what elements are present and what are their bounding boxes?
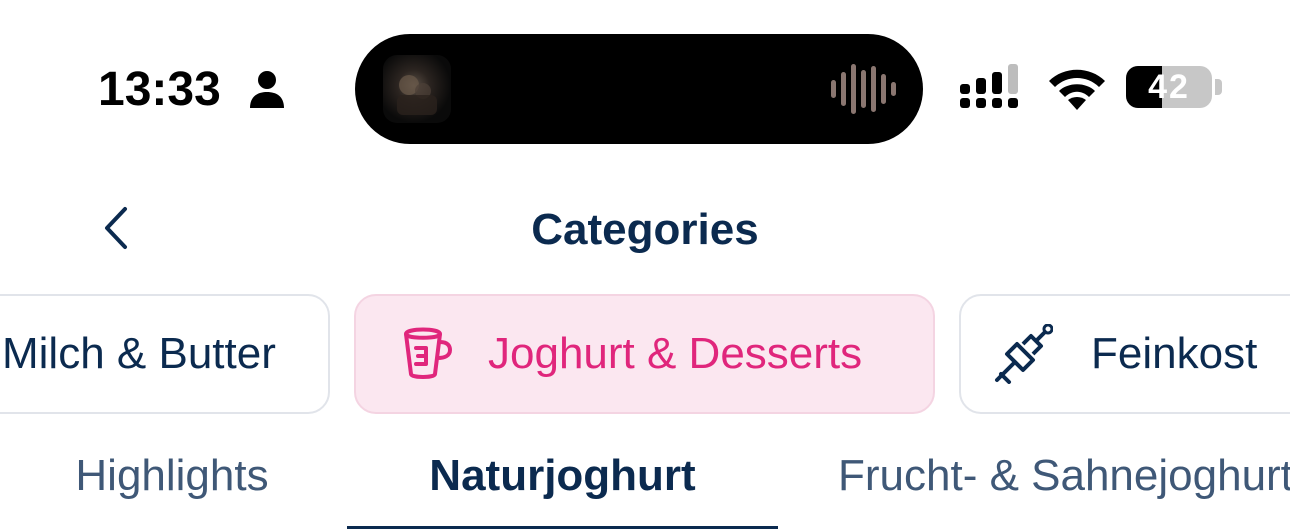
battery-body: 42 bbox=[1126, 66, 1212, 108]
artwork-image bbox=[397, 75, 437, 115]
yogurt-cup-icon bbox=[403, 327, 453, 379]
tab-label: Highlights bbox=[75, 451, 269, 500]
battery-level: 42 bbox=[1148, 68, 1190, 106]
battery-icon: 42 bbox=[1126, 66, 1222, 108]
category-chip-label: Feinkost bbox=[1091, 329, 1258, 378]
category-chip-milch-butter[interactable]: Milch & Butter bbox=[0, 294, 330, 414]
active-tab-indicator bbox=[347, 526, 778, 529]
category-chip-bar[interactable]: Milch & Butter Joghurt & Desserts Feinko… bbox=[0, 294, 1290, 414]
subcategory-tab-bar[interactable]: Highlights Naturjoghurt Frucht- & Sahnej… bbox=[0, 440, 1290, 531]
skewer-icon bbox=[995, 324, 1053, 384]
status-time: 13:33 bbox=[98, 63, 221, 116]
now-playing-artwork bbox=[383, 55, 451, 123]
tab-frucht-sahnejoghurt[interactable]: Frucht- & Sahnejoghurt bbox=[838, 440, 1290, 531]
audio-waveform-icon bbox=[831, 64, 896, 114]
category-chip-feinkost[interactable]: Feinkost bbox=[959, 294, 1290, 414]
category-chip-joghurt-desserts[interactable]: Joghurt & Desserts bbox=[354, 294, 935, 414]
tab-naturjoghurt[interactable]: Naturjoghurt bbox=[347, 440, 778, 531]
tab-label: Frucht- & Sahnejoghurt bbox=[838, 451, 1290, 500]
person-icon bbox=[250, 71, 284, 108]
tab-label: Naturjoghurt bbox=[429, 451, 696, 500]
category-chip-label: Milch & Butter bbox=[2, 329, 276, 378]
page-title: Categories bbox=[531, 205, 759, 254]
category-chip-label: Joghurt & Desserts bbox=[488, 329, 863, 378]
signal-icon bbox=[960, 64, 1018, 108]
tab-highlights[interactable]: Highlights bbox=[22, 440, 322, 531]
dynamic-island[interactable] bbox=[355, 34, 923, 144]
wifi-icon bbox=[1049, 69, 1105, 110]
battery-tip bbox=[1215, 79, 1222, 95]
